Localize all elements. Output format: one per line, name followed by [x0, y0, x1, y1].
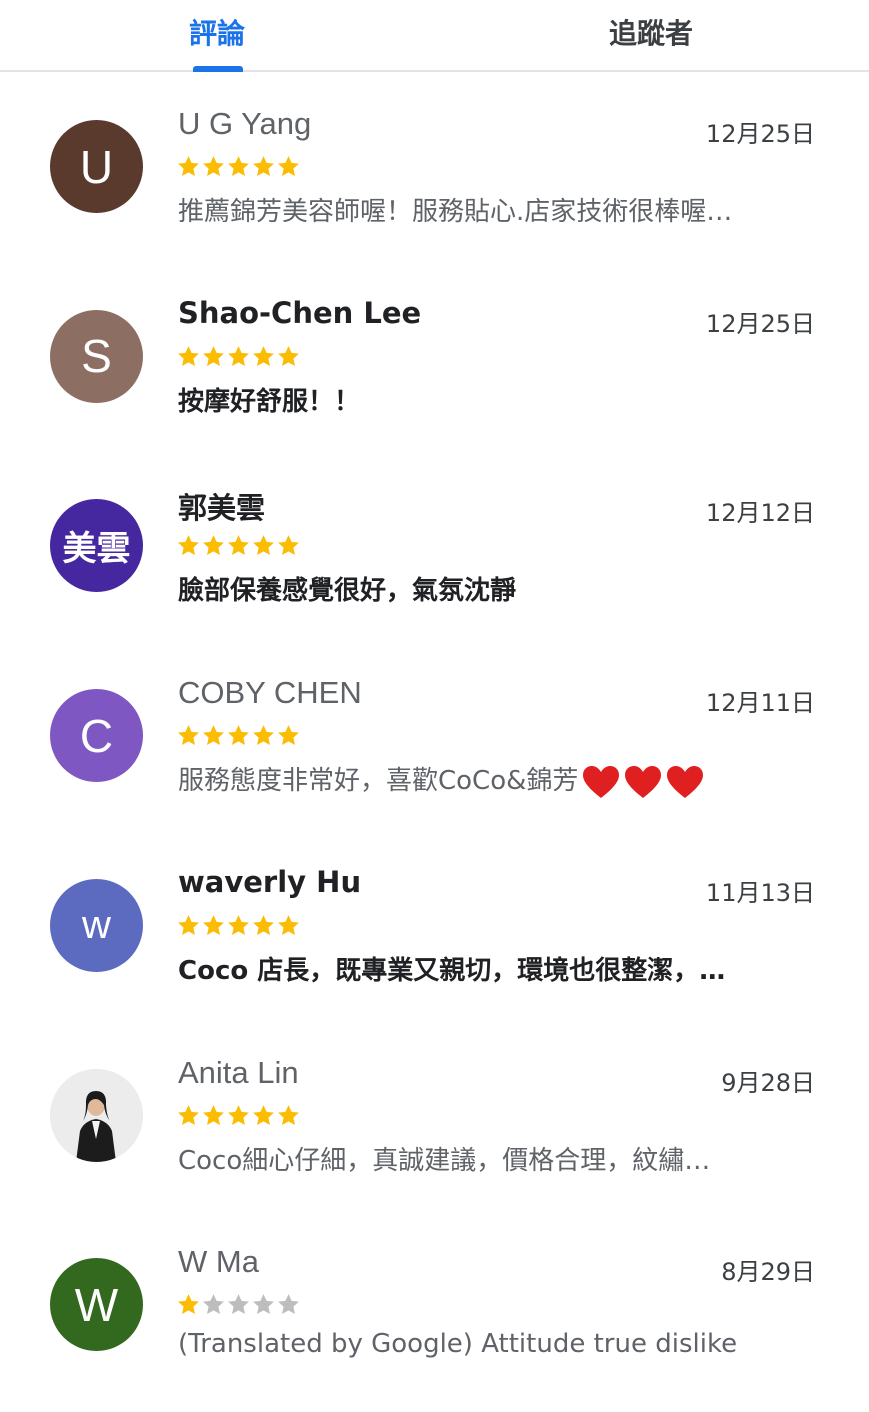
star-empty-icon [276, 1292, 301, 1317]
star-filled-icon [251, 154, 276, 179]
star-filled-icon [176, 154, 201, 179]
star-rating [176, 723, 301, 753]
review-date: 9月28日 [721, 1068, 815, 1097]
star-filled-icon [276, 344, 301, 369]
star-filled-icon [251, 344, 276, 369]
review-item[interactable]: W W Ma 8月29日 (Translated by Google) Attitud… [0, 1222, 869, 1412]
review-text-content: 推薦錦芳美容師喔！服務貼心.店家技術很棒喔… [178, 197, 733, 227]
active-tab-indicator [193, 66, 243, 72]
star-filled-icon [276, 533, 301, 558]
avatar[interactable]: w [50, 878, 143, 972]
star-filled-icon [176, 723, 201, 748]
star-filled-icon [226, 913, 251, 938]
star-rating [176, 1103, 301, 1133]
review-item[interactable]: U U G Yang 12月25日推薦錦芳美容師喔！服務貼心.店家技術很棒喔… [0, 84, 869, 274]
review-date: 12月12日 [705, 499, 815, 528]
avatar[interactable]: C [50, 689, 143, 783]
star-filled-icon [251, 1103, 276, 1128]
avatar-initial: w [82, 902, 111, 947]
heart-emoji-icon [582, 765, 620, 799]
review-date: 12月25日 [705, 309, 815, 338]
tab-followers[interactable]: 追蹤者 [590, 0, 712, 70]
avatar[interactable] [50, 1068, 143, 1162]
star-filled-icon [201, 154, 226, 179]
reviewer-name[interactable]: W Ma [178, 1244, 259, 1280]
review-text-content: Coco細心仔細，真誠建議，價格合理，紋繡… [178, 1145, 711, 1176]
star-filled-icon [201, 1103, 226, 1128]
reviewer-name[interactable]: U G Yang [178, 106, 311, 142]
star-filled-icon [176, 1103, 201, 1128]
star-empty-icon [226, 1292, 251, 1317]
profile-photo-icon [50, 1068, 143, 1162]
avatar[interactable]: U [50, 120, 143, 213]
avatar[interactable]: S [50, 309, 143, 403]
reviewer-name[interactable]: Anita Lin [178, 1055, 299, 1091]
star-filled-icon [201, 723, 226, 748]
star-filled-icon [251, 723, 276, 748]
emoji-hearts [582, 765, 704, 799]
tab-bar: 評論 追蹤者 [0, 0, 869, 72]
review-text[interactable]: 臉部保養感覺很好，氣氛沈靜 [178, 570, 818, 607]
star-filled-icon [226, 723, 251, 748]
star-filled-icon [251, 533, 276, 558]
review-date: 8月29日 [721, 1258, 815, 1287]
avatar-initial: U [79, 140, 114, 193]
star-filled-icon [226, 154, 251, 179]
review-item[interactable]: S Shao-Chen Lee 12月25日按摩好舒服！！ [0, 274, 869, 464]
star-filled-icon [201, 533, 226, 558]
avatar[interactable]: 美雲 [50, 499, 143, 593]
star-filled-icon [226, 1103, 251, 1128]
star-rating [176, 154, 301, 184]
review-item[interactable]: Anita Lin 9月28日 Coco細心仔細，真誠建議，價格合理，紋繡… [0, 1033, 869, 1223]
review-text[interactable]: 服務態度非常好，喜歡CoCo&錦芳 [178, 760, 818, 799]
review-text-content: 臉部保養感覺很好，氣氛沈靜 [178, 576, 517, 607]
star-filled-icon [276, 723, 301, 748]
avatar-initial: C [79, 709, 114, 762]
star-filled-icon [176, 913, 201, 938]
star-filled-icon [201, 344, 226, 369]
review-text-content: 按摩好舒服！！ [178, 386, 361, 417]
avatar-initial: 美雲 [62, 529, 131, 570]
star-filled-icon [251, 913, 276, 938]
review-text[interactable]: 推薦錦芳美容師喔！服務貼心.店家技術很棒喔… [178, 191, 818, 228]
reviewer-name[interactable]: Shao-Chen Lee [178, 296, 421, 330]
tab-reviews[interactable]: 評論 [168, 0, 266, 70]
star-filled-icon [226, 533, 251, 558]
star-filled-icon [176, 1292, 201, 1317]
star-rating [176, 1292, 301, 1322]
star-filled-icon [276, 913, 301, 938]
star-filled-icon [276, 154, 301, 179]
avatar-initial: S [81, 330, 112, 383]
star-rating [176, 344, 301, 374]
review-text[interactable]: Coco 店長，既專業又親切，環境也很整潔，… [178, 950, 818, 987]
review-text-content: Coco 店長，既專業又親切，環境也很整潔，… [178, 955, 726, 986]
star-rating [176, 913, 301, 943]
star-empty-icon [251, 1292, 276, 1317]
star-empty-icon [201, 1292, 226, 1317]
star-filled-icon [276, 1103, 301, 1128]
review-text[interactable]: 按摩好舒服！！ [178, 381, 818, 418]
review-item[interactable]: C COBY CHEN 12月11日服務態度非常好，喜歡CoCo&錦芳 [0, 653, 869, 843]
reviewer-name[interactable]: COBY CHEN [178, 675, 362, 711]
heart-emoji-icon [666, 765, 704, 799]
review-date: 11月13日 [705, 878, 815, 907]
review-text[interactable]: (Translated by Google) Attitude true dis… [178, 1329, 818, 1359]
review-item[interactable]: 美雲 郭美雲 12月12日臉部保養感覺很好，氣氛沈靜 [0, 463, 869, 653]
reviewer-name[interactable]: waverly Hu [178, 865, 361, 899]
avatar-initial: W [74, 1278, 119, 1331]
review-text-content: (Translated by Google) Attitude true dis… [178, 1329, 738, 1360]
star-filled-icon [226, 344, 251, 369]
avatar[interactable]: W [50, 1258, 143, 1352]
review-text[interactable]: Coco細心仔細，真誠建議，價格合理，紋繡… [178, 1140, 818, 1177]
heart-emoji-icon [624, 765, 662, 799]
review-item[interactable]: w waverly Hu 11月13日 Coco 店長，既專業又親切，環境也很整潔，… [0, 843, 869, 1033]
star-rating [176, 533, 301, 563]
star-filled-icon [176, 344, 201, 369]
star-filled-icon [176, 533, 201, 558]
star-filled-icon [201, 913, 226, 938]
review-date: 12月11日 [705, 689, 815, 718]
reviewer-name[interactable]: 郭美雲 [178, 485, 265, 527]
review-date: 12月25日 [705, 120, 815, 148]
review-text-content: 服務態度非常好，喜歡CoCo&錦芳 [178, 766, 579, 797]
